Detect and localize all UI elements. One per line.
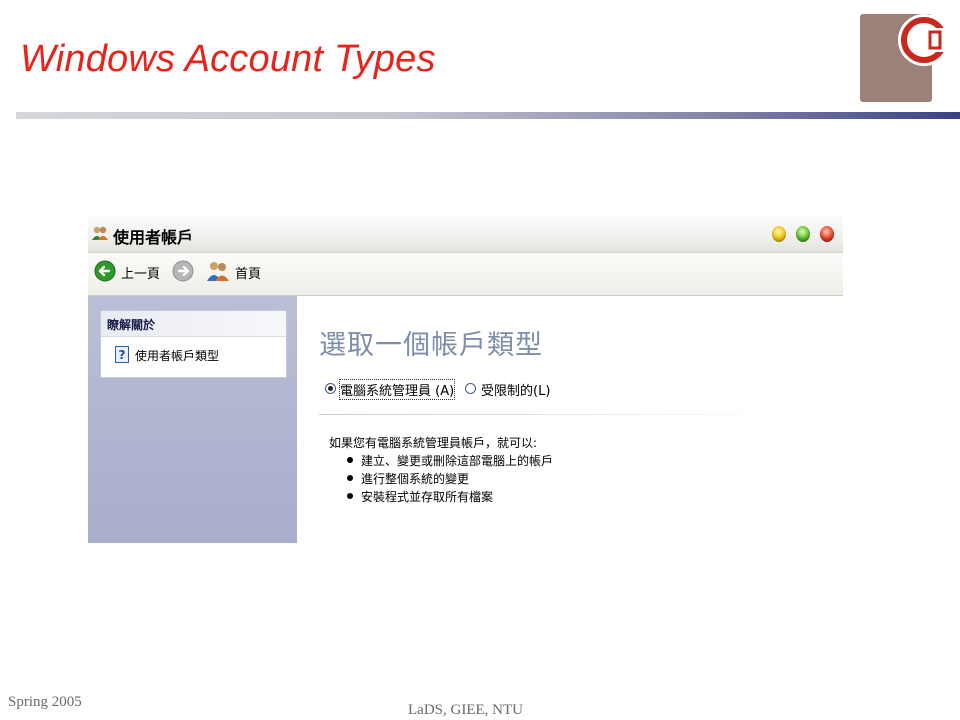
list-item: 進行整個系統的變更: [343, 470, 553, 488]
maximize-icon[interactable]: [796, 226, 810, 242]
footer-affiliation: LaDS, GIEE, NTU: [408, 702, 523, 718]
administrator-option-label[interactable]: 電腦系統管理員 (A): [338, 379, 456, 400]
footer-date: Spring 2005: [8, 694, 82, 710]
page-heading: 選取一個帳戶類型: [319, 330, 543, 361]
window-title: 使用者帳戶: [113, 228, 194, 247]
back-button-label[interactable]: 上一頁: [121, 263, 160, 282]
limited-option-label[interactable]: 受限制的(L): [481, 380, 550, 399]
ntu-logo-icon: [860, 14, 950, 102]
account-types-link-label[interactable]: 使用者帳戶類型: [135, 347, 219, 364]
administrator-radio[interactable]: [325, 383, 336, 394]
user-accounts-icon: [92, 226, 108, 240]
window-toolbar: 上一頁 首頁: [88, 253, 843, 296]
users-home-icon[interactable]: [206, 260, 230, 282]
minimize-icon[interactable]: [772, 226, 786, 242]
back-arrow-icon[interactable]: [94, 260, 116, 282]
forward-arrow-icon[interactable]: [172, 260, 194, 282]
user-accounts-window: 使用者帳戶 上一頁 首頁 瞭解關於 ? 使用者帳戶類型 選取一個帳戶類型 電腦系…: [88, 216, 843, 543]
title-divider: [16, 112, 960, 119]
admin-description: 如果您有電腦系統管理員帳戶，就可以:: [329, 436, 538, 450]
learn-about-header: 瞭解關於: [101, 311, 286, 337]
close-icon[interactable]: [820, 226, 834, 242]
learn-about-panel: 瞭解關於 ? 使用者帳戶類型: [100, 310, 287, 378]
list-item: 建立、變更或刪除這部電腦上的帳戶: [343, 452, 553, 470]
home-button-label[interactable]: 首頁: [235, 263, 261, 282]
list-item: 安裝程式並存取所有檔案: [343, 488, 553, 506]
limited-radio[interactable]: [465, 383, 476, 394]
content-divider: [319, 414, 789, 415]
window-titlebar[interactable]: 使用者帳戶: [88, 216, 843, 253]
help-icon: ?: [115, 346, 129, 363]
admin-capabilities-list: 建立、變更或刪除這部電腦上的帳戶 進行整個系統的變更 安裝程式並存取所有檔案: [343, 452, 553, 506]
slide-title: Windows Account Types: [20, 38, 436, 80]
account-type-options: 電腦系統管理員 (A) 受限制的(L): [325, 379, 825, 400]
main-content: 選取一個帳戶類型 電腦系統管理員 (A) 受限制的(L) 如果您有電腦系統管理員…: [297, 296, 843, 543]
task-sidebar: 瞭解關於 ? 使用者帳戶類型: [88, 296, 297, 543]
